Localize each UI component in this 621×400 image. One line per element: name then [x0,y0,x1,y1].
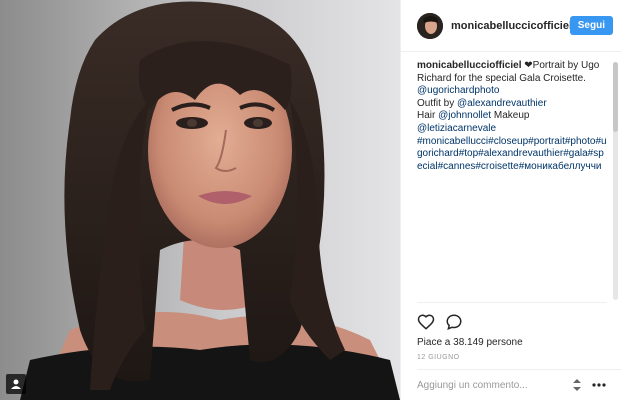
hair-prefix: Hair [417,110,439,122]
post-photo[interactable] [0,0,400,400]
post-username[interactable]: monicabelluccicofficiel [451,20,570,32]
comment-icon[interactable] [445,313,463,333]
post-actions-area: Piace a 38.149 persone 12 GIUGNO [417,302,621,400]
post-caption: monicabellucciofficiel ❤Portrait by Ugo … [417,60,607,173]
comment-row [417,369,621,400]
likes-count[interactable]: Piace a 38.149 persone [417,337,607,348]
scrollbar-thumb[interactable] [613,62,618,132]
caption-author[interactable]: monicabellucciofficiel [417,60,521,71]
makeup-text: Makeup [491,110,530,122]
more-options-icon[interactable] [591,377,607,393]
caption-scrollbar[interactable] [613,62,618,300]
portrait-photo [0,0,400,400]
user-tag-icon[interactable] [6,374,26,394]
action-bar [417,303,607,333]
instagram-post: monicabelluccicofficiel Segui monicabell… [0,0,621,400]
mention-makeup[interactable]: @letiziacarnevale [417,123,496,134]
mention-photographer[interactable]: @ugorichardphoto [417,85,499,96]
post-sidebar: monicabelluccicofficiel Segui monicabell… [400,0,621,400]
stepper-icon[interactable] [571,377,583,393]
avatar[interactable] [417,12,443,39]
heart-icon[interactable] [417,313,435,333]
caption-area[interactable]: monicabellucciofficiel ❤Portrait by Ugo … [401,52,621,302]
follow-button[interactable]: Segui [569,16,613,35]
mention-hair[interactable]: @johnnollet [438,110,491,121]
outfit-prefix: Outfit by [417,97,458,109]
comment-input[interactable] [417,379,571,391]
post-date: 12 GIUGNO [417,354,460,361]
heart-emoji: ❤ [524,60,533,71]
post-header: monicabelluccicofficiel Segui [401,0,621,52]
hashtags[interactable]: #monicabellucci#closeup#portrait#photo#u… [417,136,607,172]
mention-outfit[interactable]: @alexandrevauthier [457,98,547,109]
